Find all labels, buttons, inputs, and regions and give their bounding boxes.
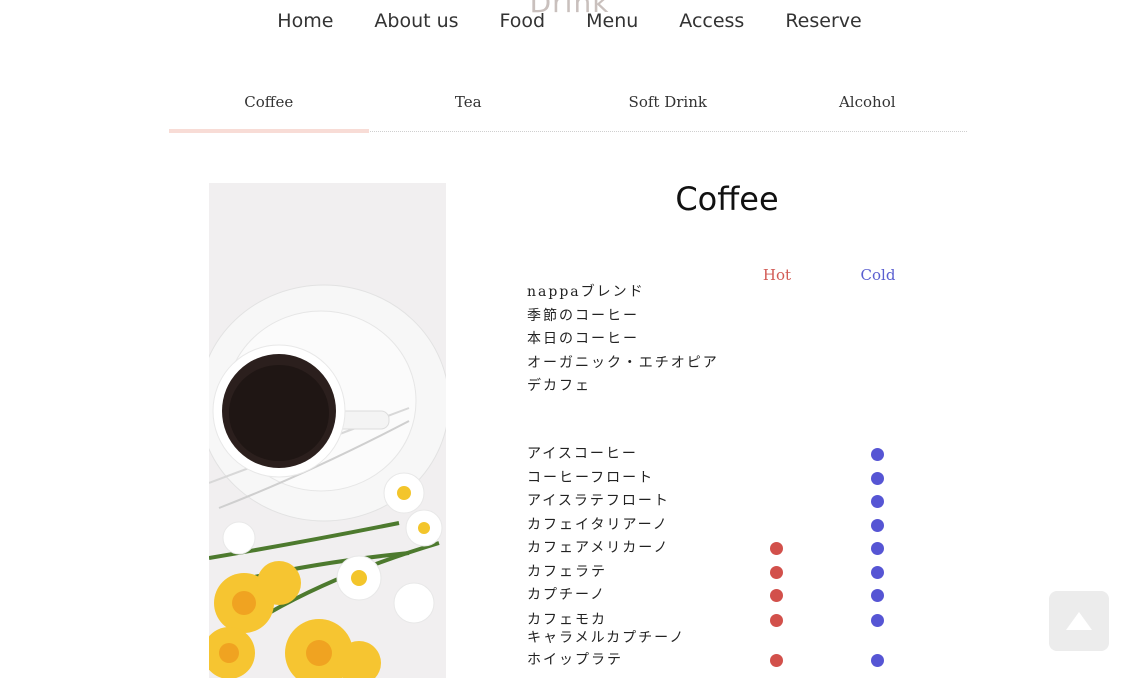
nav-menu[interactable]: Menu [586, 10, 638, 32]
list-item: アイスコーヒー [527, 443, 884, 467]
hot-indicator [770, 565, 783, 579]
drink-name: nappaブレンド [527, 284, 645, 300]
drink-name: キャラメルカプチーノ [527, 629, 686, 646]
tab-alcohol[interactable]: Alcohol [768, 81, 968, 131]
drink-name: 季節のコーヒー [527, 307, 639, 324]
drink-name: カフェアメリカーノ [527, 540, 670, 556]
drink-name: ホイップラテ [527, 651, 623, 668]
nav-food[interactable]: Food [500, 10, 546, 32]
list-item: 本日のコーヒー [527, 328, 719, 352]
drink-name: 本日のコーヒー [527, 331, 639, 347]
drink-name: アイスラテフロート [527, 493, 670, 509]
drink-list: アイスコーヒー コーヒーフロート アイスラテフロート カフェイタリアーノ カフェ… [527, 443, 884, 673]
hot-indicator [770, 589, 783, 602]
coffee-photo [209, 183, 446, 678]
nav-access[interactable]: Access [679, 10, 744, 32]
list-item: デカフェ [527, 375, 719, 399]
cold-indicator [871, 471, 884, 485]
cold-indicator [871, 448, 884, 461]
list-item: カプチーノ [527, 584, 884, 608]
cold-indicator [871, 613, 884, 627]
tab-tea[interactable]: Tea [369, 81, 569, 131]
hot-column-header: Hot [762, 266, 792, 284]
drink-name: カフェラテ [527, 563, 607, 580]
tab-soft-drink[interactable]: Soft Drink [568, 81, 768, 131]
triangle-up-icon [1066, 612, 1092, 630]
drink-name: デカフェ [527, 378, 591, 394]
drink-name: コーヒーフロート [527, 469, 655, 486]
cold-indicator [871, 518, 884, 532]
nav-about-us[interactable]: About us [374, 10, 458, 32]
hot-indicator [770, 542, 783, 555]
main-nav: Home About us Food Menu Access Reserve [0, 10, 1139, 32]
cold-indicator [871, 589, 884, 602]
cold-indicator [871, 565, 884, 579]
drink-name: カプチーノ [527, 587, 607, 603]
hot-indicator [770, 653, 783, 667]
list-item: 季節のコーヒー [527, 305, 719, 329]
tab-coffee[interactable]: Coffee [169, 81, 369, 133]
drink-name: アイスコーヒー [527, 446, 638, 462]
nav-home[interactable]: Home [277, 10, 333, 32]
list-item: コーヒーフロート [527, 467, 884, 491]
cold-column-header: Cold [860, 266, 896, 284]
list-item: ホイップラテ [527, 649, 884, 673]
hot-drink-list: nappaブレンド 季節のコーヒー 本日のコーヒー オーガニック・エチオピア デ… [527, 281, 719, 399]
cold-indicator [871, 495, 884, 508]
drink-name: カフェモカ [527, 611, 607, 628]
drink-category-tabs: Coffee Tea Soft Drink Alcohol [169, 81, 968, 133]
list-item: カフェアメリカーノ [527, 537, 884, 561]
back-to-top-button[interactable] [1049, 591, 1109, 651]
drink-name: オーガニック・エチオピア [527, 354, 719, 371]
list-item: カフェモカ キャラメルカプチーノ [527, 608, 884, 649]
cold-indicator [871, 542, 884, 555]
list-item: アイスラテフロート [527, 490, 884, 514]
drink-name: カフェイタリアーノ [527, 516, 669, 533]
list-item: nappaブレンド [527, 281, 719, 305]
section-title: Coffee [675, 180, 779, 218]
nav-reserve[interactable]: Reserve [785, 10, 861, 32]
hot-indicator [770, 613, 783, 627]
list-item: カフェラテ [527, 561, 884, 585]
list-item: カフェイタリアーノ [527, 514, 884, 538]
list-item: オーガニック・エチオピア [527, 352, 719, 376]
cold-indicator [871, 653, 884, 667]
